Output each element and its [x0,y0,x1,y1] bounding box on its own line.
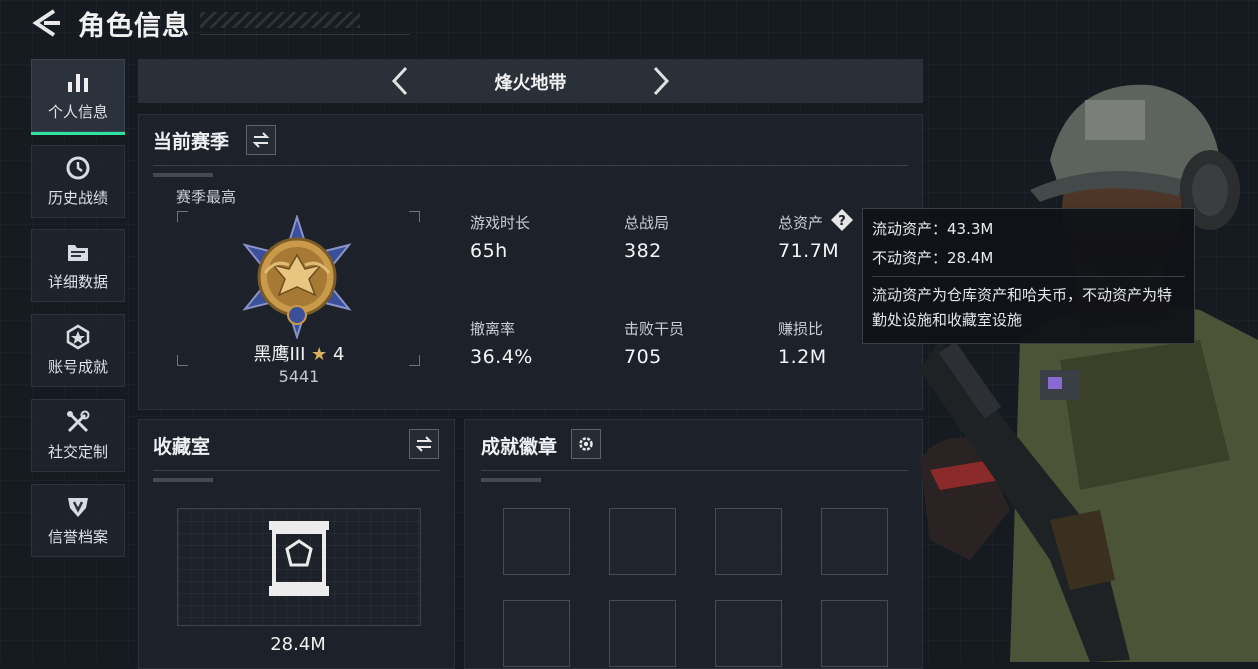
frame-corner [409,355,420,366]
display-case-icon [269,521,329,596]
operator-character-image [920,84,1258,662]
rank-row: 黑鹰III ★ 4 [199,340,399,366]
svg-text:?: ? [838,214,846,229]
sidebar-item-social[interactable]: 社交定制 [31,399,125,472]
achievements-settings-button[interactable] [571,429,601,459]
stat-value-profit-loss: 1.2M [778,346,827,368]
tooltip-liquid-assets: 流动资产：43.3M [872,220,994,238]
stat-value-playtime: 65h [470,240,508,262]
rank-emblem-icon [242,215,352,339]
page-title: 角色信息 [78,11,190,42]
sidebar-item-label: 详细数据 [47,273,108,291]
sidebar-item-history[interactable]: 历史战绩 [31,145,125,218]
sidebar-item-personal-info[interactable]: 个人信息 [31,59,125,135]
header-divider [200,34,410,35]
clock-icon [66,156,90,180]
swap-arrows-icon [415,436,433,452]
help-question-icon[interactable]: ? [830,208,854,232]
rank-stars: 4 [333,344,345,365]
header-hatch-decoration [200,12,360,28]
season-title: 当前赛季 [153,131,230,153]
collection-value: 28.4M [270,634,326,655]
tooltip-divider [872,276,1185,277]
stat-label-kills: 击败干员 [624,320,685,338]
sidebar-item-achievements[interactable]: 账号成就 [31,314,125,387]
sidebar-item-label: 信誉档案 [47,528,108,546]
rank-score: 5441 [278,367,320,386]
collection-divider [153,470,440,471]
stat-value-extraction-rate: 36.4% [470,346,533,368]
tooltip-description: 流动资产为仓库资产和哈夫币，不动资产为特勤处设施和收藏室设施 [872,286,1173,329]
achievements-title: 成就徽章 [481,436,558,458]
stat-label-total-matches: 总战局 [624,214,670,232]
season-panel: 当前赛季 赛季最高 黑鹰III ★ 4 5441 游戏时长 65h 总战局 38… [138,114,923,410]
bar-chart-icon [68,74,88,92]
rank-name: 黑鹰III [253,344,306,365]
back-arrow-icon[interactable] [30,8,64,38]
season-divider [153,165,908,166]
collection-title: 收藏室 [153,436,211,458]
mode-selector: 烽火地带 [138,59,923,103]
folder-icon [68,245,88,261]
stat-label-playtime: 游戏时长 [470,214,531,232]
stat-label-total-assets: 总资产 [778,214,824,232]
gear-icon [579,437,593,451]
swap-arrows-icon [252,132,270,148]
star-icon: ★ [311,344,328,365]
decorative-text [153,173,213,177]
sidebar-item-label: 社交定制 [47,443,108,461]
sidebar-item-detail-data[interactable]: 详细数据 [31,229,125,302]
collection-preview[interactable] [177,508,421,626]
tooltip-fixed-assets: 不动资产：28.4M [872,249,994,267]
achievement-slot[interactable] [715,600,782,667]
sidebar-item-reputation[interactable]: 信誉档案 [31,484,125,557]
stat-value-total-matches: 382 [624,240,662,262]
frame-corner [177,211,188,222]
sidebar-item-label: 账号成就 [47,358,108,376]
shield-badge-icon [68,498,88,517]
sidebar-item-label: 历史战绩 [47,189,108,207]
season-switch-button[interactable] [246,125,276,155]
achievements-panel: 成就徽章 [464,419,923,669]
achievement-slot[interactable] [503,508,570,575]
achievement-star-icon [66,324,90,350]
achievement-slot[interactable] [503,600,570,667]
assets-tooltip: 流动资产：43.3M 不动资产：28.4M 流动资产为仓库资产和哈夫币，不动资产… [862,208,1195,344]
next-mode-arrow-icon[interactable] [645,65,675,97]
frame-corner [409,211,420,222]
stat-value-total-assets: 71.7M [778,240,840,262]
achievement-slot[interactable] [715,508,782,575]
frame-corner [177,355,188,366]
achievement-slot[interactable] [821,508,888,575]
achievement-slot[interactable] [609,508,676,575]
collection-panel: 收藏室 28.4M [138,419,455,669]
achievements-divider [481,470,908,471]
decorative-text [481,478,541,482]
mode-name: 烽火地带 [494,73,567,94]
achievement-slot[interactable] [821,600,888,667]
achievement-slot[interactable] [609,600,676,667]
stat-label-extraction-rate: 撤离率 [470,320,516,338]
decorative-text [153,478,213,482]
stat-value-kills: 705 [624,346,662,368]
stat-label-profit-loss: 赚损比 [778,320,824,338]
season-best-label: 赛季最高 [176,188,237,206]
collection-switch-button[interactable] [409,429,439,459]
tools-icon [67,410,90,433]
sidebar-item-label: 个人信息 [47,103,108,121]
